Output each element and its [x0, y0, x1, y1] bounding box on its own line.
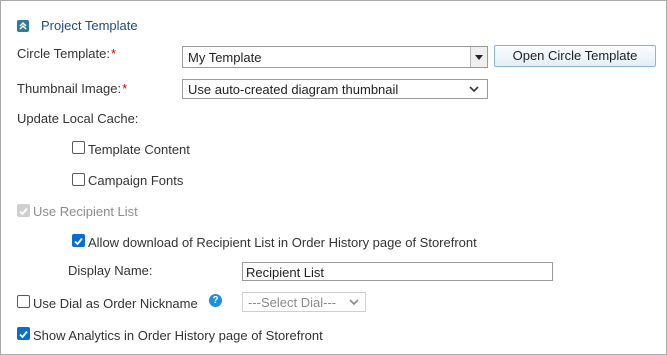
- campaign-fonts-label[interactable]: Campaign Fonts: [88, 173, 183, 188]
- thumbnail-image-select[interactable]: Use auto-created diagram thumbnail: [182, 79, 488, 99]
- combobox-dropdown-button[interactable]: [470, 47, 487, 67]
- circle-template-value: My Template: [188, 50, 262, 65]
- select-dial-placeholder: ---Select Dial---: [248, 295, 337, 310]
- update-local-cache-label: Update Local Cache:: [17, 111, 139, 126]
- campaign-fonts-checkbox[interactable]: [72, 173, 85, 186]
- allow-download-label[interactable]: Allow download of Recipient List in Orde…: [88, 235, 477, 250]
- help-icon[interactable]: ?: [209, 294, 222, 307]
- select-dial-dropdown[interactable]: ---Select Dial---: [242, 292, 366, 312]
- circle-template-combobox[interactable]: My Template: [182, 46, 488, 68]
- use-dial-label[interactable]: Use Dial as Order Nickname: [33, 296, 198, 311]
- thumbnail-image-label: Thumbnail Image:*: [17, 81, 127, 96]
- allow-download-checkbox[interactable]: [72, 234, 85, 247]
- use-dial-checkbox[interactable]: [17, 295, 30, 308]
- use-recipient-list-label: Use Recipient List: [33, 204, 138, 219]
- template-content-checkbox[interactable]: [72, 141, 85, 154]
- show-analytics-checkbox[interactable]: [17, 327, 30, 340]
- required-asterisk: *: [122, 81, 128, 96]
- thumbnail-image-label-text: Thumbnail Image:: [17, 81, 122, 96]
- chevron-down-icon: [349, 299, 359, 306]
- display-name-input[interactable]: Recipient List: [242, 262, 553, 281]
- use-recipient-list-checkbox[interactable]: [17, 204, 30, 217]
- triangle-down-icon: [475, 54, 483, 60]
- show-analytics-label[interactable]: Show Analytics in Order History page of …: [33, 328, 323, 343]
- collapse-chevron-up-icon[interactable]: [17, 20, 29, 32]
- checkmark-icon: [19, 330, 28, 339]
- display-name-value: Recipient List: [246, 265, 325, 280]
- circle-template-label-text: Circle Template:: [17, 46, 110, 61]
- chevron-down-icon: [469, 86, 479, 93]
- display-name-label: Display Name:: [68, 263, 153, 278]
- section-title[interactable]: Project Template: [41, 18, 138, 33]
- checkmark-icon: [74, 237, 83, 246]
- open-circle-template-button[interactable]: Open Circle Template: [494, 45, 656, 67]
- checkmark-icon: [19, 207, 28, 216]
- project-template-panel: Project Template Circle Template:* My Te…: [0, 0, 667, 355]
- thumbnail-image-selected: Use auto-created diagram thumbnail: [188, 82, 399, 97]
- template-content-label[interactable]: Template Content: [88, 142, 190, 157]
- circle-template-label: Circle Template:*: [17, 46, 116, 61]
- required-asterisk: *: [110, 46, 117, 61]
